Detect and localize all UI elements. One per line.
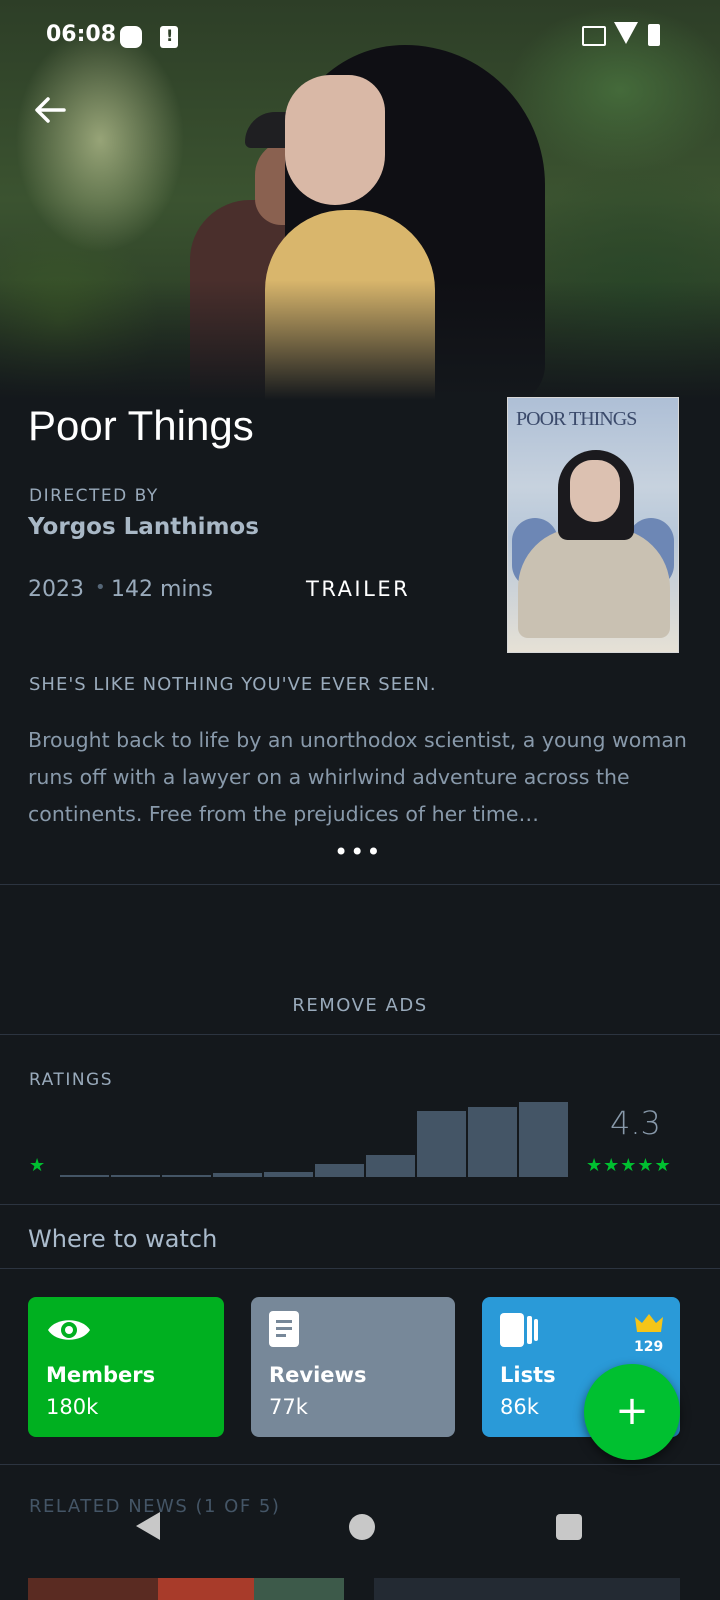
release-year[interactable]: 2023 xyxy=(28,577,84,602)
crown-icon xyxy=(635,1314,663,1332)
poster-title: POOR THINGS xyxy=(516,408,637,430)
histogram-bar xyxy=(111,1175,160,1177)
divider xyxy=(0,1034,720,1035)
nav-back-icon[interactable] xyxy=(136,1512,160,1540)
members-card[interactable]: Members 180k xyxy=(28,1297,224,1437)
nav-home-icon[interactable] xyxy=(349,1514,375,1540)
wifi-icon xyxy=(614,22,638,44)
histogram-bar xyxy=(468,1107,517,1177)
divider xyxy=(0,1204,720,1205)
back-arrow-icon[interactable] xyxy=(30,90,70,130)
histogram-bar xyxy=(264,1172,313,1177)
histogram-bar xyxy=(60,1175,109,1177)
related-news-thumbnails[interactable] xyxy=(28,1578,680,1600)
ratings-histogram[interactable] xyxy=(60,1095,572,1177)
status-time: 06:08 xyxy=(46,22,117,47)
film-poster[interactable]: POOR THINGS xyxy=(507,397,679,653)
tagline: SHE'S LIKE NOTHING YOU'VE EVER SEEN. xyxy=(29,674,437,695)
film-title: Poor Things xyxy=(28,402,254,449)
add-button[interactable]: + xyxy=(584,1364,680,1460)
histogram-bar xyxy=(162,1175,211,1177)
reviews-card[interactable]: Reviews 77k xyxy=(251,1297,455,1437)
eye-icon xyxy=(48,1320,90,1340)
director-link[interactable]: Yorgos Lanthimos xyxy=(28,514,259,540)
remove-ads-button[interactable]: REMOVE ADS xyxy=(0,995,720,1016)
members-count: 180k xyxy=(46,1395,99,1419)
divider xyxy=(0,1464,720,1465)
cast-icon xyxy=(582,26,606,46)
members-label: Members xyxy=(46,1363,156,1387)
histogram-bar xyxy=(417,1111,466,1177)
reviews-label: Reviews xyxy=(269,1363,367,1387)
directed-by-label: DIRECTED BY xyxy=(29,486,159,506)
histogram-bar xyxy=(366,1155,415,1177)
lists-icon xyxy=(500,1313,538,1347)
battery-icon xyxy=(648,24,660,46)
max-rating-stars-icon: ★★★★★ xyxy=(586,1155,672,1176)
min-rating-star-icon: ★ xyxy=(29,1155,46,1176)
lists-badge-count: 129 xyxy=(634,1339,664,1355)
status-bar: 06:08 xyxy=(0,18,720,54)
lists-label: Lists xyxy=(500,1363,556,1387)
average-rating: 4.3 xyxy=(610,1104,661,1142)
document-icon xyxy=(269,1311,299,1347)
histogram-bar xyxy=(213,1173,262,1177)
expand-synopsis-button[interactable]: ••• xyxy=(334,838,382,866)
trailer-button[interactable]: TRAILER xyxy=(306,577,410,601)
hero-backdrop xyxy=(0,0,720,400)
meta-separator: • xyxy=(95,577,106,598)
ratings-label: RATINGS xyxy=(29,1070,114,1090)
synopsis[interactable]: Brought back to life by an unorthodox sc… xyxy=(28,722,688,833)
histogram-bar xyxy=(315,1164,364,1177)
reviews-count: 77k xyxy=(269,1395,308,1419)
where-to-watch-button[interactable]: Where to watch xyxy=(28,1225,217,1253)
system-navigation-bar xyxy=(0,1500,720,1560)
histogram-bar xyxy=(519,1102,568,1177)
lists-count: 86k xyxy=(500,1395,539,1419)
plus-icon: + xyxy=(615,1388,649,1434)
divider xyxy=(0,884,720,885)
runtime: 142 mins xyxy=(111,577,213,602)
divider xyxy=(0,1268,720,1269)
nav-recents-icon[interactable] xyxy=(556,1514,582,1540)
alert-icon xyxy=(160,26,178,48)
notification-icon xyxy=(120,26,142,48)
